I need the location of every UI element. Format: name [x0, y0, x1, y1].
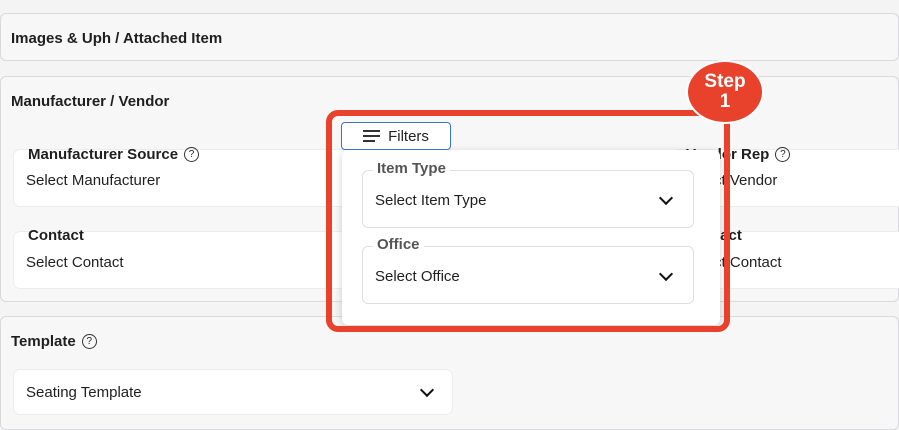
contact-left-label: Contact [28, 227, 84, 244]
template-section: Template ? Seating Template [0, 316, 899, 430]
images-section-title: Images & Uph / Attached Item [11, 30, 223, 47]
template-section-title-row: Template ? [11, 333, 97, 350]
images-section[interactable]: Images & Uph / Attached Item [0, 13, 899, 61]
manufacturer-section-title: Manufacturer / Vendor [11, 93, 170, 110]
manufacturer-source-label-row: Manufacturer Source ? [28, 146, 200, 163]
manufacturer-source-label: Manufacturer Source [28, 146, 179, 163]
step-badge-word: Step [704, 71, 746, 92]
template-section-title: Template [11, 333, 76, 350]
step-badge-number: 1 [719, 91, 731, 112]
template-select-value: Seating Template [26, 384, 142, 401]
step-highlight-frame [326, 110, 730, 332]
template-select[interactable]: Seating Template [13, 369, 453, 415]
manufacturer-source-value: Select Manufacturer [26, 172, 161, 189]
help-circle-icon[interactable]: ? [775, 147, 791, 162]
manufacturer-source-field[interactable]: Manufacturer Source ? Select Manufacture… [13, 146, 353, 207]
help-circle-icon[interactable]: ? [184, 147, 200, 162]
chevron-down-icon [419, 382, 435, 398]
contact-left-field[interactable]: Contact Select Contact [13, 227, 353, 289]
help-circle-icon[interactable]: ? [81, 334, 97, 349]
step-badge: Step 1 [686, 60, 764, 124]
contact-left-value: Select Contact [26, 254, 124, 271]
